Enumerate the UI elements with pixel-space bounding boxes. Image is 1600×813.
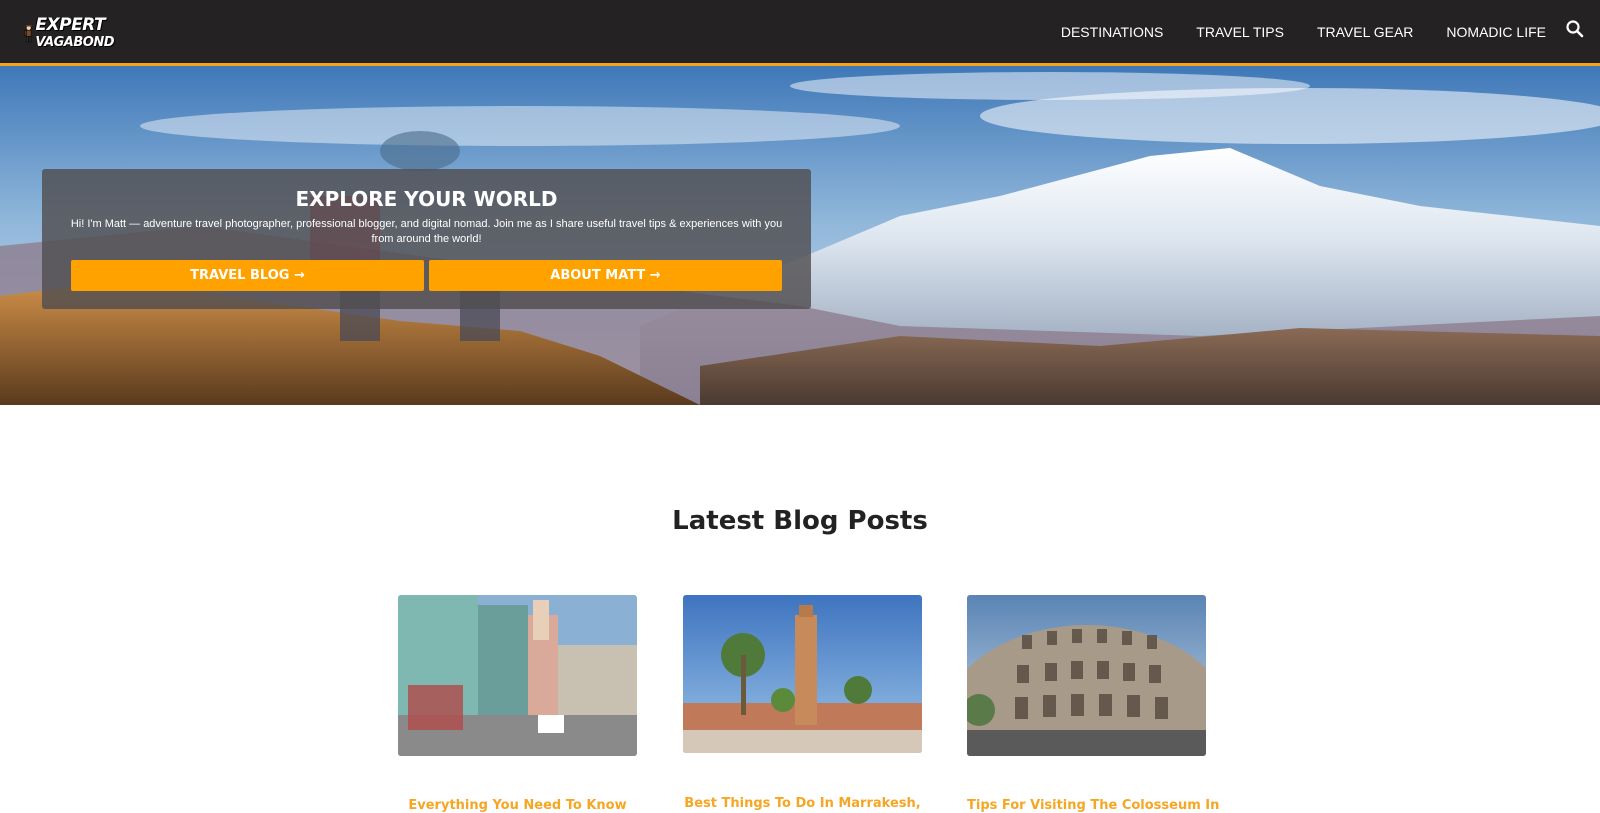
nav-nomadic-life[interactable]: NOMADIC LIFE bbox=[1446, 24, 1546, 40]
logo-text-line2: VAGABOND bbox=[35, 35, 114, 50]
post-thumbnail-image[interactable] bbox=[967, 595, 1206, 756]
search-icon[interactable] bbox=[1564, 18, 1586, 40]
blog-post-card[interactable]: Best Things To Do In Marrakesh, bbox=[683, 595, 922, 811]
hero-intro-text: Hi! I'm Matt — adventure travel photogra… bbox=[70, 218, 783, 245]
post-thumbnail-image[interactable] bbox=[683, 595, 922, 753]
post-title[interactable]: Best Things To Do In Marrakesh, bbox=[683, 796, 922, 811]
post-title[interactable]: Everything You Need To Know bbox=[398, 798, 637, 813]
about-matt-button[interactable]: ABOUT MATT → bbox=[429, 260, 782, 291]
post-title[interactable]: Tips For Visiting The Colosseum In bbox=[967, 798, 1219, 813]
blog-post-card[interactable]: Tips For Visiting The Colosseum In bbox=[967, 595, 1219, 813]
site-header: EXPERT VAGABOND DESTINATIONS TRAVEL TIPS… bbox=[0, 0, 1600, 66]
latest-posts-heading: Latest Blog Posts bbox=[672, 506, 928, 536]
logo-text-line1: EXPERT bbox=[35, 15, 106, 35]
travel-blog-button[interactable]: TRAVEL BLOG → bbox=[71, 260, 424, 291]
post-thumbnail-image[interactable] bbox=[398, 595, 637, 756]
mascot-icon bbox=[24, 25, 32, 43]
blog-post-card[interactable]: Everything You Need To Know bbox=[398, 595, 637, 813]
nav-destinations[interactable]: DESTINATIONS bbox=[1061, 24, 1163, 40]
site-logo[interactable]: EXPERT VAGABOND bbox=[24, 12, 114, 56]
hero-overlay-box: EXPLORE YOUR WORLD Hi! I'm Matt — advent… bbox=[42, 169, 811, 309]
nav-travel-tips[interactable]: TRAVEL TIPS bbox=[1196, 24, 1284, 40]
nav-travel-gear[interactable]: TRAVEL GEAR bbox=[1317, 24, 1413, 40]
hero-title: EXPLORE YOUR WORLD bbox=[295, 187, 558, 211]
hero-banner: EXPLORE YOUR WORLD Hi! I'm Matt — advent… bbox=[0, 66, 1600, 405]
main-nav: DESTINATIONS TRAVEL TIPS TRAVEL GEAR NOM… bbox=[1028, 0, 1546, 63]
